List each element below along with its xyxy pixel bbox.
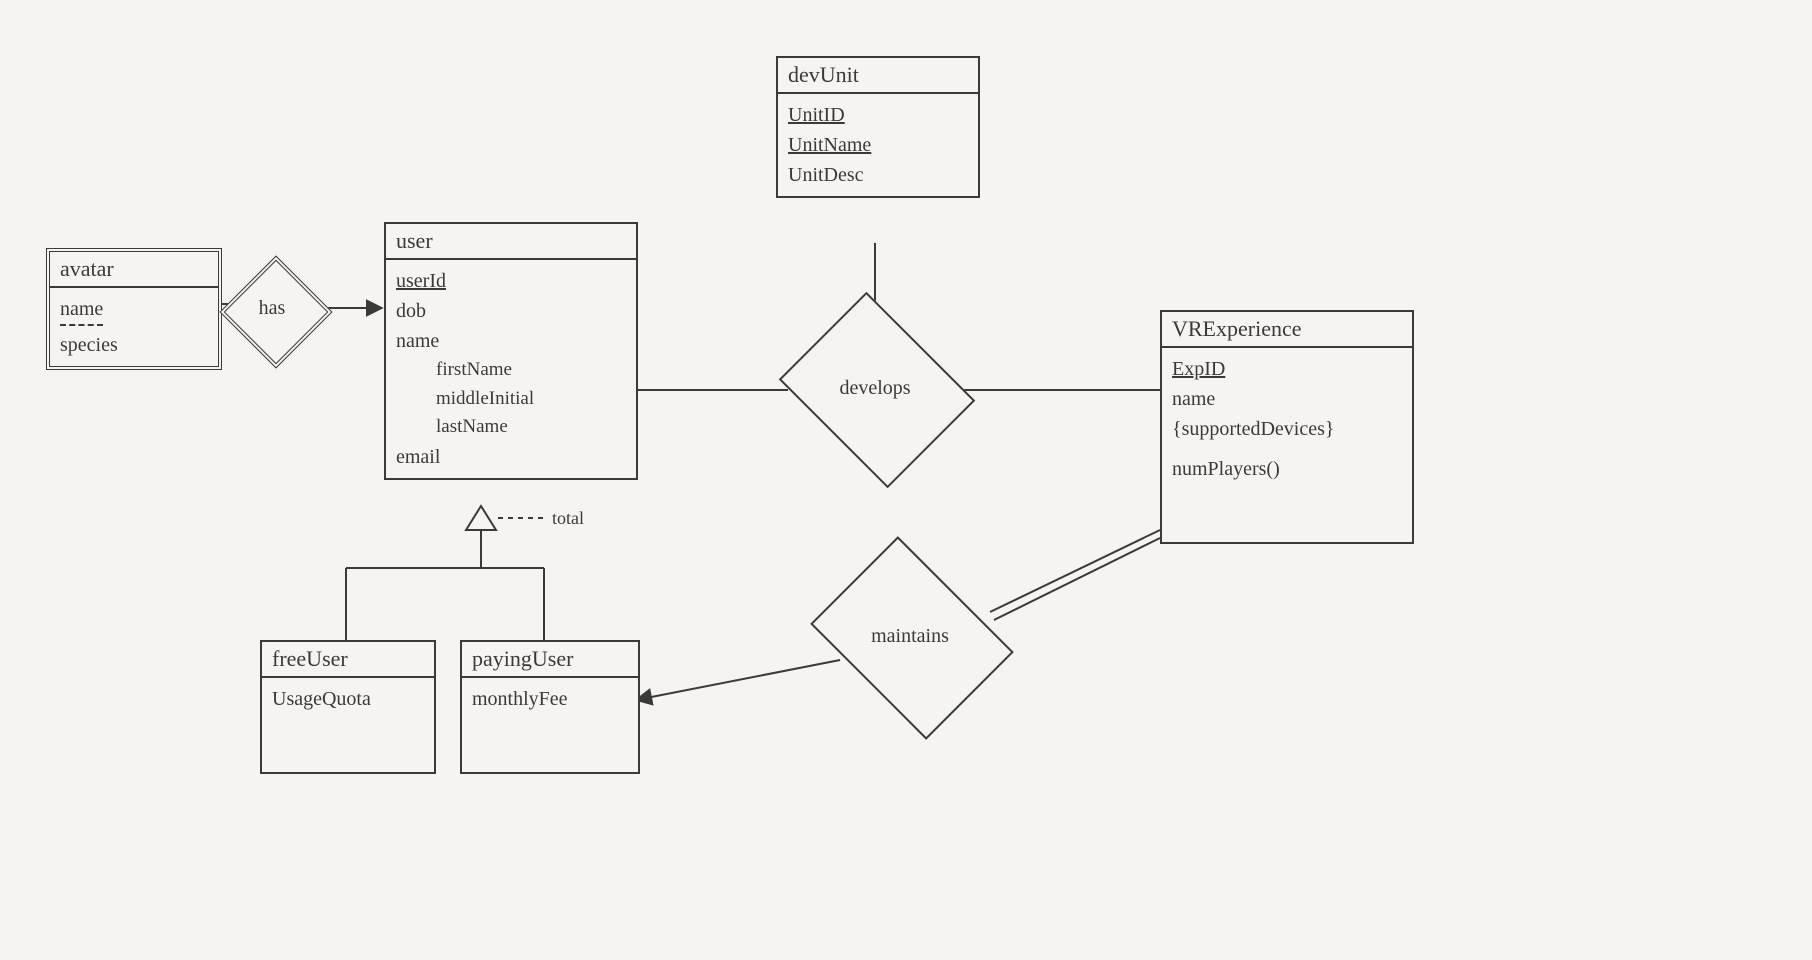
- entity-payinguser-title: payingUser: [462, 642, 638, 678]
- entity-user-title: user: [386, 224, 636, 260]
- relationship-has: has: [236, 272, 308, 344]
- entity-avatar: avatar name species: [46, 248, 222, 370]
- attr-devunit-unitdesc: UnitDesc: [788, 160, 968, 190]
- entity-devunit: devUnit UnitID UnitName UnitDesc: [776, 56, 980, 198]
- attr-avatar-name: name: [60, 294, 103, 326]
- entity-vrexperience: VRExperience ExpID name {supportedDevice…: [1160, 310, 1414, 544]
- attr-freeuser-usagequota: UsageQuota: [272, 684, 424, 714]
- entity-freeuser-title: freeUser: [262, 642, 434, 678]
- attr-vrexp-expid: ExpID: [1172, 354, 1402, 384]
- entity-payinguser: payingUser monthlyFee: [460, 640, 640, 774]
- entity-avatar-title: avatar: [50, 252, 218, 288]
- attr-user-firstname: firstName: [436, 356, 626, 385]
- entity-freeuser: freeUser UsageQuota: [260, 640, 436, 774]
- attr-vrexp-supporteddevices: {supportedDevices}: [1172, 414, 1402, 444]
- attr-user-middleinitial: middleInitial: [436, 385, 626, 414]
- attr-vrexp-numplayers: numPlayers(): [1172, 454, 1402, 484]
- attr-user-lastname: lastName: [436, 413, 626, 442]
- attr-avatar-species: species: [60, 330, 208, 360]
- relationship-has-label: has: [236, 272, 308, 344]
- er-diagram-canvas: { "entities": { "avatar": { "title": "av…: [0, 0, 1812, 960]
- relationship-maintains-label: maintains: [830, 576, 990, 696]
- attr-user-name: name: [396, 326, 626, 356]
- entity-devunit-title: devUnit: [778, 58, 978, 94]
- attr-devunit-unitid: UnitID: [788, 100, 968, 130]
- relationship-maintains: maintains: [830, 576, 990, 696]
- relationship-develops: develops: [800, 328, 950, 448]
- relationship-develops-label: develops: [800, 328, 950, 448]
- attr-payinguser-monthlyfee: monthlyFee: [472, 684, 628, 714]
- entity-vrexperience-title: VRExperience: [1162, 312, 1412, 348]
- attr-user-dob: dob: [396, 296, 626, 326]
- entity-user: user userId dob name firstName middleIni…: [384, 222, 638, 480]
- attr-user-userid: userId: [396, 266, 626, 296]
- attr-vrexp-name: name: [1172, 384, 1402, 414]
- attr-devunit-unitname: UnitName: [788, 130, 968, 160]
- annotation-total: total: [552, 508, 584, 529]
- attr-user-email: email: [396, 442, 626, 472]
